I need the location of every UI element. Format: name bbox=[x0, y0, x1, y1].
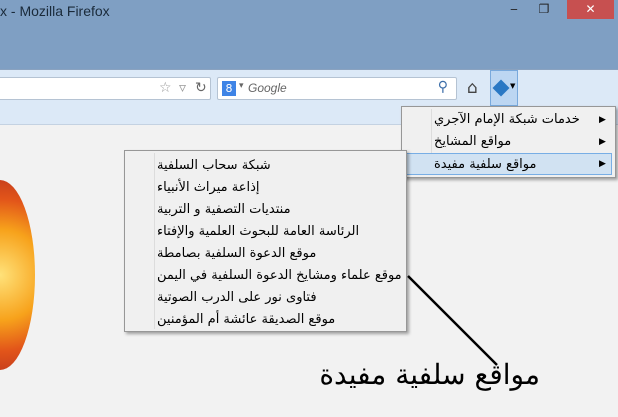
annotation-label: مواقع سلفية مفيدة bbox=[319, 358, 540, 391]
annotation-arrow bbox=[407, 275, 498, 366]
